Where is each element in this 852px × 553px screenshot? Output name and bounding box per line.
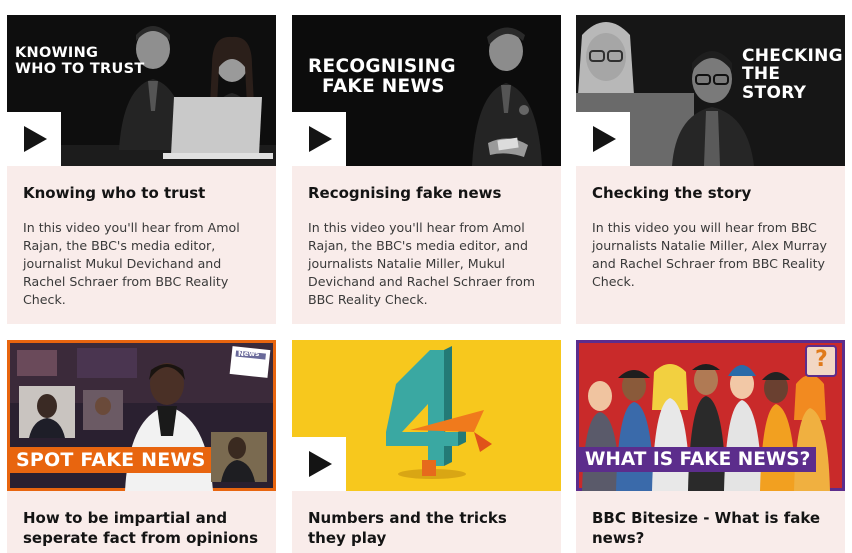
thumbnail-caption-line1: Checking bbox=[742, 46, 843, 66]
video-card-what-is-fake-news[interactable]: ? What is fake news? BBC Bitesize - What… bbox=[576, 340, 845, 553]
video-card-checking-the-story[interactable]: Checking the story Checking the story In… bbox=[576, 15, 845, 324]
video-thumbnail[interactable]: Checking the story bbox=[576, 15, 845, 166]
play-button[interactable] bbox=[292, 112, 346, 166]
thumbnail-caption-line1: Recognising bbox=[308, 56, 456, 77]
thumbnail-caption-line2: fake news bbox=[322, 75, 445, 97]
play-button[interactable] bbox=[7, 112, 61, 166]
card-description: In this video you'll hear from Amol Raja… bbox=[308, 220, 536, 307]
video-card-numbers-tricks[interactable]: Numbers and the tricks they play bbox=[292, 340, 561, 553]
question-mark-badge: ? bbox=[815, 347, 828, 372]
thumbnail-caption-line2: who to trust bbox=[15, 60, 145, 77]
card-body: Knowing who to trust In this video you'l… bbox=[7, 166, 276, 309]
thumbnail-banner: What is fake news? bbox=[579, 447, 817, 472]
card-title[interactable]: How to be impartial and seperate fact fr… bbox=[23, 508, 260, 548]
news-badge: News bbox=[238, 350, 260, 358]
video-thumbnail[interactable]: ? What is fake news? bbox=[576, 340, 845, 491]
card-title[interactable]: Checking the story bbox=[592, 183, 829, 203]
video-thumbnail[interactable]: Knowing who to trust bbox=[7, 15, 276, 166]
card-body: How to be impartial and seperate fact fr… bbox=[7, 491, 276, 548]
video-thumbnail[interactable] bbox=[292, 340, 561, 491]
card-title[interactable]: BBC Bitesize - What is fake news? bbox=[592, 508, 829, 548]
video-card-recognising-fake-news[interactable]: Recognising fake news Recognising fake n… bbox=[292, 15, 561, 324]
card-title[interactable]: Knowing who to trust bbox=[23, 183, 260, 203]
card-title[interactable]: Numbers and the tricks they play bbox=[308, 508, 545, 548]
card-description: In this video you will hear from BBC jou… bbox=[592, 220, 827, 289]
video-thumbnail[interactable]: Recognising fake news bbox=[292, 15, 561, 166]
card-body: Recognising fake news In this video you'… bbox=[292, 166, 561, 309]
play-icon bbox=[309, 126, 332, 152]
play-icon bbox=[309, 451, 332, 477]
thumbnail-caption: Knowing who to trust bbox=[15, 45, 145, 77]
card-body: Checking the story In this video you wil… bbox=[576, 166, 845, 291]
thumbnail-banner: Spot fake news bbox=[10, 447, 212, 473]
video-thumbnail[interactable]: News Spot fake news bbox=[7, 340, 276, 491]
thumbnail-caption-line1: Knowing bbox=[15, 45, 99, 61]
thumbnail-caption: Checking the story bbox=[742, 47, 845, 102]
card-body: BBC Bitesize - What is fake news? bbox=[576, 491, 845, 548]
play-icon bbox=[24, 126, 47, 152]
play-icon bbox=[593, 126, 616, 152]
card-title[interactable]: Recognising fake news bbox=[308, 183, 545, 203]
card-description: In this video you'll hear from Amol Raja… bbox=[23, 220, 240, 307]
video-card-impartial-fact-opinion[interactable]: News Spot fake news How to be impartial … bbox=[7, 340, 276, 553]
thumbnail-caption: Recognising fake news bbox=[308, 57, 456, 97]
play-button[interactable] bbox=[576, 112, 630, 166]
play-button[interactable] bbox=[292, 437, 346, 491]
video-card-knowing-who-to-trust[interactable]: Knowing who to trust Knowing who to trus… bbox=[7, 15, 276, 324]
thumbnail-caption-line2: the story bbox=[742, 64, 807, 103]
card-body: Numbers and the tricks they play bbox=[292, 491, 561, 548]
